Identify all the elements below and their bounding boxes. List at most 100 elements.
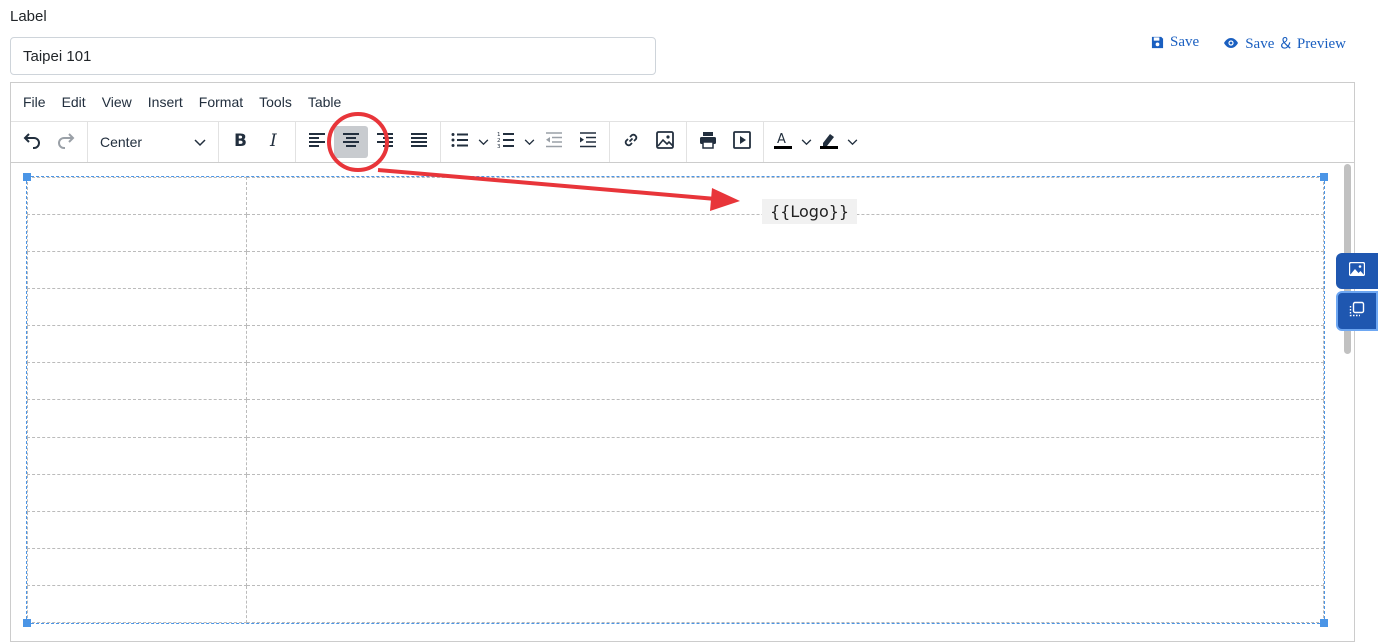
chevron-down-icon[interactable] — [798, 138, 814, 146]
highlight-color-main[interactable] — [814, 126, 844, 158]
image-panel-button[interactable] — [1336, 253, 1378, 289]
table-cell[interactable] — [27, 584, 247, 624]
blocks-panel-button[interactable] — [1336, 291, 1378, 331]
block-format-select[interactable]: Center — [92, 126, 214, 158]
style-group: B I — [219, 122, 296, 162]
resize-handle[interactable] — [23, 619, 31, 627]
bold-button[interactable]: B — [223, 126, 257, 158]
table-cell[interactable] — [246, 399, 1324, 438]
menu-insert[interactable]: Insert — [140, 83, 191, 121]
label-title: Label — [10, 8, 47, 25]
menu-edit[interactable]: Edit — [54, 83, 94, 121]
table-row — [27, 251, 1324, 290]
save-label: Save — [1170, 34, 1200, 50]
table-cell[interactable] — [246, 584, 1324, 624]
chevron-down-icon[interactable] — [844, 138, 860, 146]
table-cell[interactable] — [246, 362, 1324, 401]
table-row — [27, 325, 1324, 364]
text-color-main[interactable]: A — [768, 126, 798, 158]
print-icon — [699, 131, 717, 154]
editor-content[interactable]: {{Logo}} — [11, 162, 1354, 641]
svg-text:I: I — [269, 131, 277, 149]
svg-text:B: B — [234, 131, 247, 149]
align-left-button[interactable] — [300, 126, 334, 158]
highlight-color-button[interactable] — [814, 126, 860, 158]
save-preview-button[interactable]: Save ＆ Preview — [1223, 32, 1346, 53]
align-left-icon — [308, 132, 326, 153]
table-cell[interactable] — [246, 473, 1324, 512]
text-color-button[interactable]: A — [768, 126, 814, 158]
table-cell[interactable] — [27, 288, 247, 327]
outdent-icon — [545, 131, 563, 153]
table-cell[interactable] — [246, 547, 1324, 586]
menu-table[interactable]: Table — [300, 83, 349, 121]
table-row — [27, 362, 1324, 401]
numbered-list-main[interactable]: 123 — [491, 126, 521, 158]
play-icon — [733, 130, 751, 154]
resize-handle[interactable] — [1320, 173, 1328, 181]
insert-group — [610, 122, 687, 162]
layout-table[interactable]: {{Logo}} — [23, 173, 1328, 627]
table-cell[interactable] — [27, 362, 247, 401]
align-right-icon — [376, 132, 394, 153]
table-row — [27, 473, 1324, 512]
bullet-list-button[interactable] — [445, 126, 491, 158]
table-cell[interactable] — [246, 510, 1324, 549]
logo-placeholder[interactable]: {{Logo}} — [762, 199, 858, 224]
align-center-button[interactable] — [334, 126, 368, 158]
highlighter-icon — [820, 131, 838, 154]
menu-view[interactable]: View — [94, 83, 140, 121]
link-button[interactable] — [614, 126, 648, 158]
print-button[interactable] — [691, 126, 725, 158]
chevron-down-icon — [194, 134, 206, 150]
table-cell[interactable] — [27, 510, 247, 549]
table-cell[interactable] — [27, 325, 247, 364]
table-cell[interactable] — [246, 325, 1324, 364]
redo-button[interactable] — [49, 126, 83, 158]
menu-format[interactable]: Format — [191, 83, 251, 121]
table-row — [27, 436, 1324, 475]
undo-button[interactable] — [15, 126, 49, 158]
bullet-list-main[interactable] — [445, 126, 475, 158]
table-cell[interactable] — [246, 288, 1324, 327]
menu-file[interactable]: File — [15, 83, 54, 121]
image-icon — [656, 130, 674, 154]
undo-icon — [22, 130, 42, 155]
copy-frame-icon — [1349, 301, 1365, 322]
indent-button[interactable] — [571, 126, 605, 158]
numbered-list-icon: 123 — [497, 131, 515, 154]
table-cell[interactable] — [27, 399, 247, 438]
block-format-value: Center — [100, 134, 143, 150]
align-right-button[interactable] — [368, 126, 402, 158]
align-justify-button[interactable] — [402, 126, 436, 158]
table-cell[interactable] — [246, 251, 1324, 290]
resize-handle[interactable] — [23, 173, 31, 181]
editor-toolbar: Center B I 1 2 3 A — [11, 122, 1354, 163]
menu-tools[interactable]: Tools — [251, 83, 300, 121]
save-button[interactable]: Save — [1151, 32, 1199, 53]
resize-handle[interactable] — [1320, 619, 1328, 627]
editor-menubar: File Edit View Insert Format Tools Table — [11, 83, 1354, 122]
italic-button[interactable]: I — [257, 126, 291, 158]
image-button[interactable] — [648, 126, 682, 158]
table-cell[interactable] — [27, 547, 247, 586]
table-cell[interactable] — [27, 176, 247, 216]
numbered-list-button[interactable]: 123 — [491, 126, 537, 158]
table-cell[interactable] — [27, 251, 247, 290]
chevron-down-icon[interactable] — [521, 138, 537, 146]
table-cell[interactable] — [27, 473, 247, 512]
table-row — [27, 547, 1324, 586]
media-button[interactable] — [725, 126, 759, 158]
table-cell[interactable] — [246, 436, 1324, 475]
redo-icon — [56, 130, 76, 155]
table-cell[interactable] — [27, 436, 247, 475]
format-group: Center — [88, 122, 219, 162]
outdent-button[interactable] — [537, 126, 571, 158]
save-preview-label: Save ＆ Preview — [1245, 36, 1346, 52]
label-input[interactable] — [10, 37, 656, 75]
table-cell[interactable] — [27, 214, 247, 253]
list-group: 123 — [441, 122, 610, 162]
svg-text:A: A — [777, 132, 786, 147]
chevron-down-icon[interactable] — [475, 138, 491, 146]
table-row — [27, 399, 1324, 438]
